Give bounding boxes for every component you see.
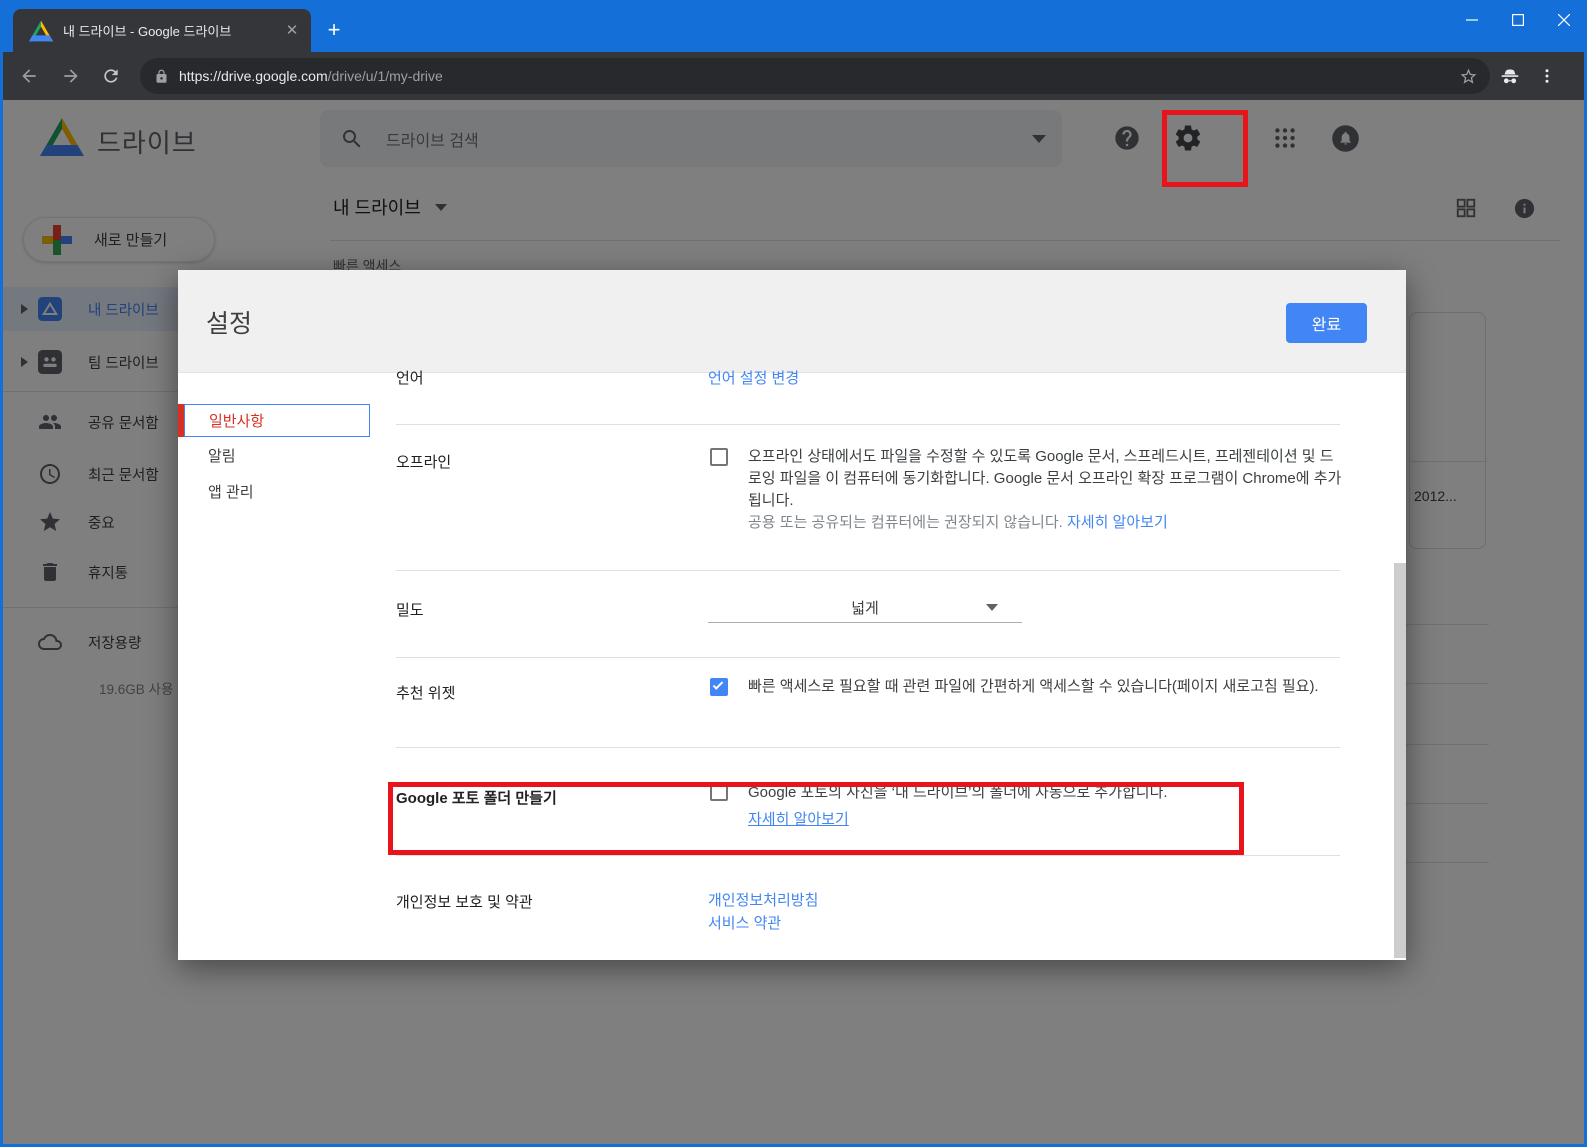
tab-title: 내 드라이브 - Google 드라이브 [63, 21, 283, 40]
offline-label: 오프라인 [396, 451, 451, 472]
nav-item-manage-apps[interactable]: 앱 관리 [208, 476, 254, 506]
forward-icon[interactable] [54, 59, 88, 93]
widget-description: 빠른 액세스로 필요할 때 관련 파일에 간편하게 액세스할 수 있습니다(페이… [748, 676, 1342, 698]
row-divider [396, 424, 1340, 425]
check-icon [713, 679, 724, 690]
nav-item-notifications[interactable]: 알림 [208, 440, 236, 470]
minimize-icon[interactable] [1449, 0, 1495, 40]
browser-menu-icon[interactable] [1533, 62, 1561, 90]
offline-note: 공용 또는 공유되는 컴퓨터에는 권장되지 않습니다. 자세히 알아보기 [748, 512, 1342, 534]
density-value: 넓게 [851, 597, 879, 618]
nav-item-label: 일반사항 [209, 410, 264, 431]
bookmark-star-icon[interactable] [1459, 67, 1478, 86]
privacy-policy-link[interactable]: 개인정보처리방침 [708, 889, 818, 910]
widget-checkbox[interactable] [710, 678, 728, 696]
close-icon[interactable] [1541, 0, 1587, 40]
row-divider [396, 657, 1340, 658]
language-change-link[interactable]: 언어 설정 변경 [708, 367, 799, 388]
maximize-icon[interactable] [1495, 0, 1541, 40]
row-divider [396, 747, 1340, 748]
row-divider [396, 570, 1340, 571]
dropdown-arrow-icon [986, 604, 998, 611]
new-tab-icon[interactable]: + [320, 17, 348, 45]
density-label: 밀도 [396, 599, 424, 620]
url-bar[interactable]: https://drive.google.com/drive/u/1/my-dr… [140, 58, 1490, 94]
offline-description: 오프라인 상태에서도 파일을 수정할 수 있도록 Google 문서, 스프레드… [748, 446, 1342, 534]
incognito-icon [1494, 62, 1526, 90]
window-border-left [0, 52, 3, 1147]
row-divider [396, 855, 1340, 856]
offline-checkbox[interactable] [710, 448, 728, 466]
modal-scrollbar-thumb[interactable] [1394, 563, 1406, 958]
language-label: 언어 [396, 367, 424, 388]
gear-highlight-box [1162, 110, 1248, 187]
browser-tab[interactable]: 내 드라이브 - Google 드라이브 ✕ [13, 9, 311, 52]
nav-item-general[interactable]: 일반사항 [184, 404, 370, 437]
density-select[interactable]: 넓게 [708, 592, 1022, 623]
settings-header: 설정 완료 [178, 270, 1406, 373]
browser-window: 내 드라이브 - Google 드라이브 ✕ + https [0, 0, 1587, 1147]
tab-close-icon[interactable]: ✕ [283, 22, 301, 40]
url-text: https://drive.google.com/drive/u/1/my-dr… [179, 68, 1459, 84]
terms-of-service-link[interactable]: 서비스 약관 [708, 912, 781, 933]
drive-favicon-icon [29, 19, 53, 43]
settings-title: 설정 [206, 304, 252, 340]
back-icon[interactable] [12, 59, 46, 93]
titlebar: 내 드라이브 - Google 드라이브 ✕ + [0, 0, 1587, 52]
privacy-label: 개인정보 보호 및 약관 [396, 891, 533, 912]
reload-icon[interactable] [94, 59, 128, 93]
photos-row-highlight-box [388, 782, 1244, 855]
window-controls [1449, 0, 1587, 40]
lock-icon [154, 69, 169, 84]
offline-learn-more-link[interactable]: 자세히 알아보기 [1067, 514, 1168, 531]
widget-label: 추천 위젯 [396, 682, 455, 703]
done-button[interactable]: 완료 [1286, 303, 1367, 343]
settings-dialog: 설정 완료 일반사항 알림 앱 관리 언어 언어 설정 변경 오프라인 오프라인… [178, 270, 1406, 960]
